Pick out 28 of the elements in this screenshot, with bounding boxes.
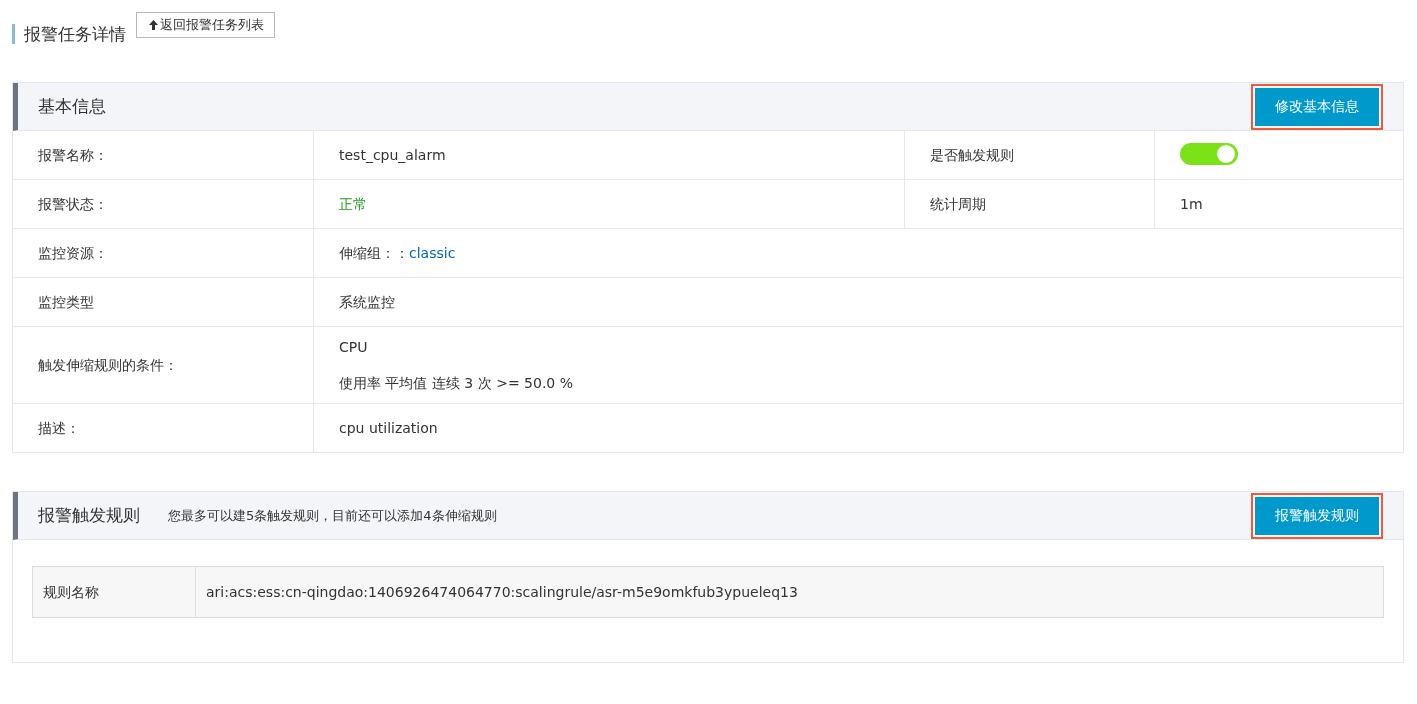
status-text: 正常 bbox=[339, 195, 368, 214]
trigger-rule-button[interactable]: 报警触发规则 bbox=[1255, 496, 1379, 535]
field-label: 是否触发规则 bbox=[930, 146, 1015, 165]
rule-value: ari:acs:ess:cn-qingdao:1406926474064770:scalingrule/asr-m5e9omkfub3ypueleq13 bbox=[195, 567, 1383, 617]
field-value: 系统监控 bbox=[339, 293, 396, 312]
field-label: 监控类型 bbox=[38, 293, 95, 312]
rule-label: 规则名称 bbox=[42, 583, 100, 602]
field-value: cpu utilization bbox=[339, 419, 439, 438]
up-arrow-icon bbox=[149, 20, 158, 30]
page-title: 报警任务详情 bbox=[12, 24, 126, 44]
field-label: 触发伸缩规则的条件： bbox=[38, 356, 179, 375]
panel-title: 报警触发规则 bbox=[38, 504, 140, 527]
condition-text: CPU bbox=[339, 338, 369, 357]
field-value: test_cpu_alarm bbox=[339, 146, 447, 165]
field-value: 伸缩组：：classic bbox=[339, 244, 457, 263]
condition-text: 使用率 平均值 连续 3 次 >= 50.0 % bbox=[339, 374, 574, 393]
field-label: 监控资源： bbox=[38, 244, 109, 263]
panel-title: 基本信息 bbox=[38, 95, 106, 118]
toggle-switch[interactable] bbox=[1180, 142, 1238, 165]
back-button[interactable]: 返回报警任务列表 bbox=[136, 12, 275, 38]
resource-link[interactable]: classic bbox=[409, 245, 456, 261]
field-label: 报警状态： bbox=[38, 195, 109, 214]
edit-button[interactable]: 修改基本信息 bbox=[1255, 87, 1379, 126]
field-label: 报警名称： bbox=[38, 146, 109, 165]
field-label: 统计周期 bbox=[930, 195, 987, 214]
field-label: 描述： bbox=[38, 419, 81, 438]
field-value: 1m bbox=[1180, 196, 1203, 212]
rule-limit-note: 您最多可以建5条触发规则，目前还可以添加4条伸缩规则 bbox=[168, 506, 498, 525]
